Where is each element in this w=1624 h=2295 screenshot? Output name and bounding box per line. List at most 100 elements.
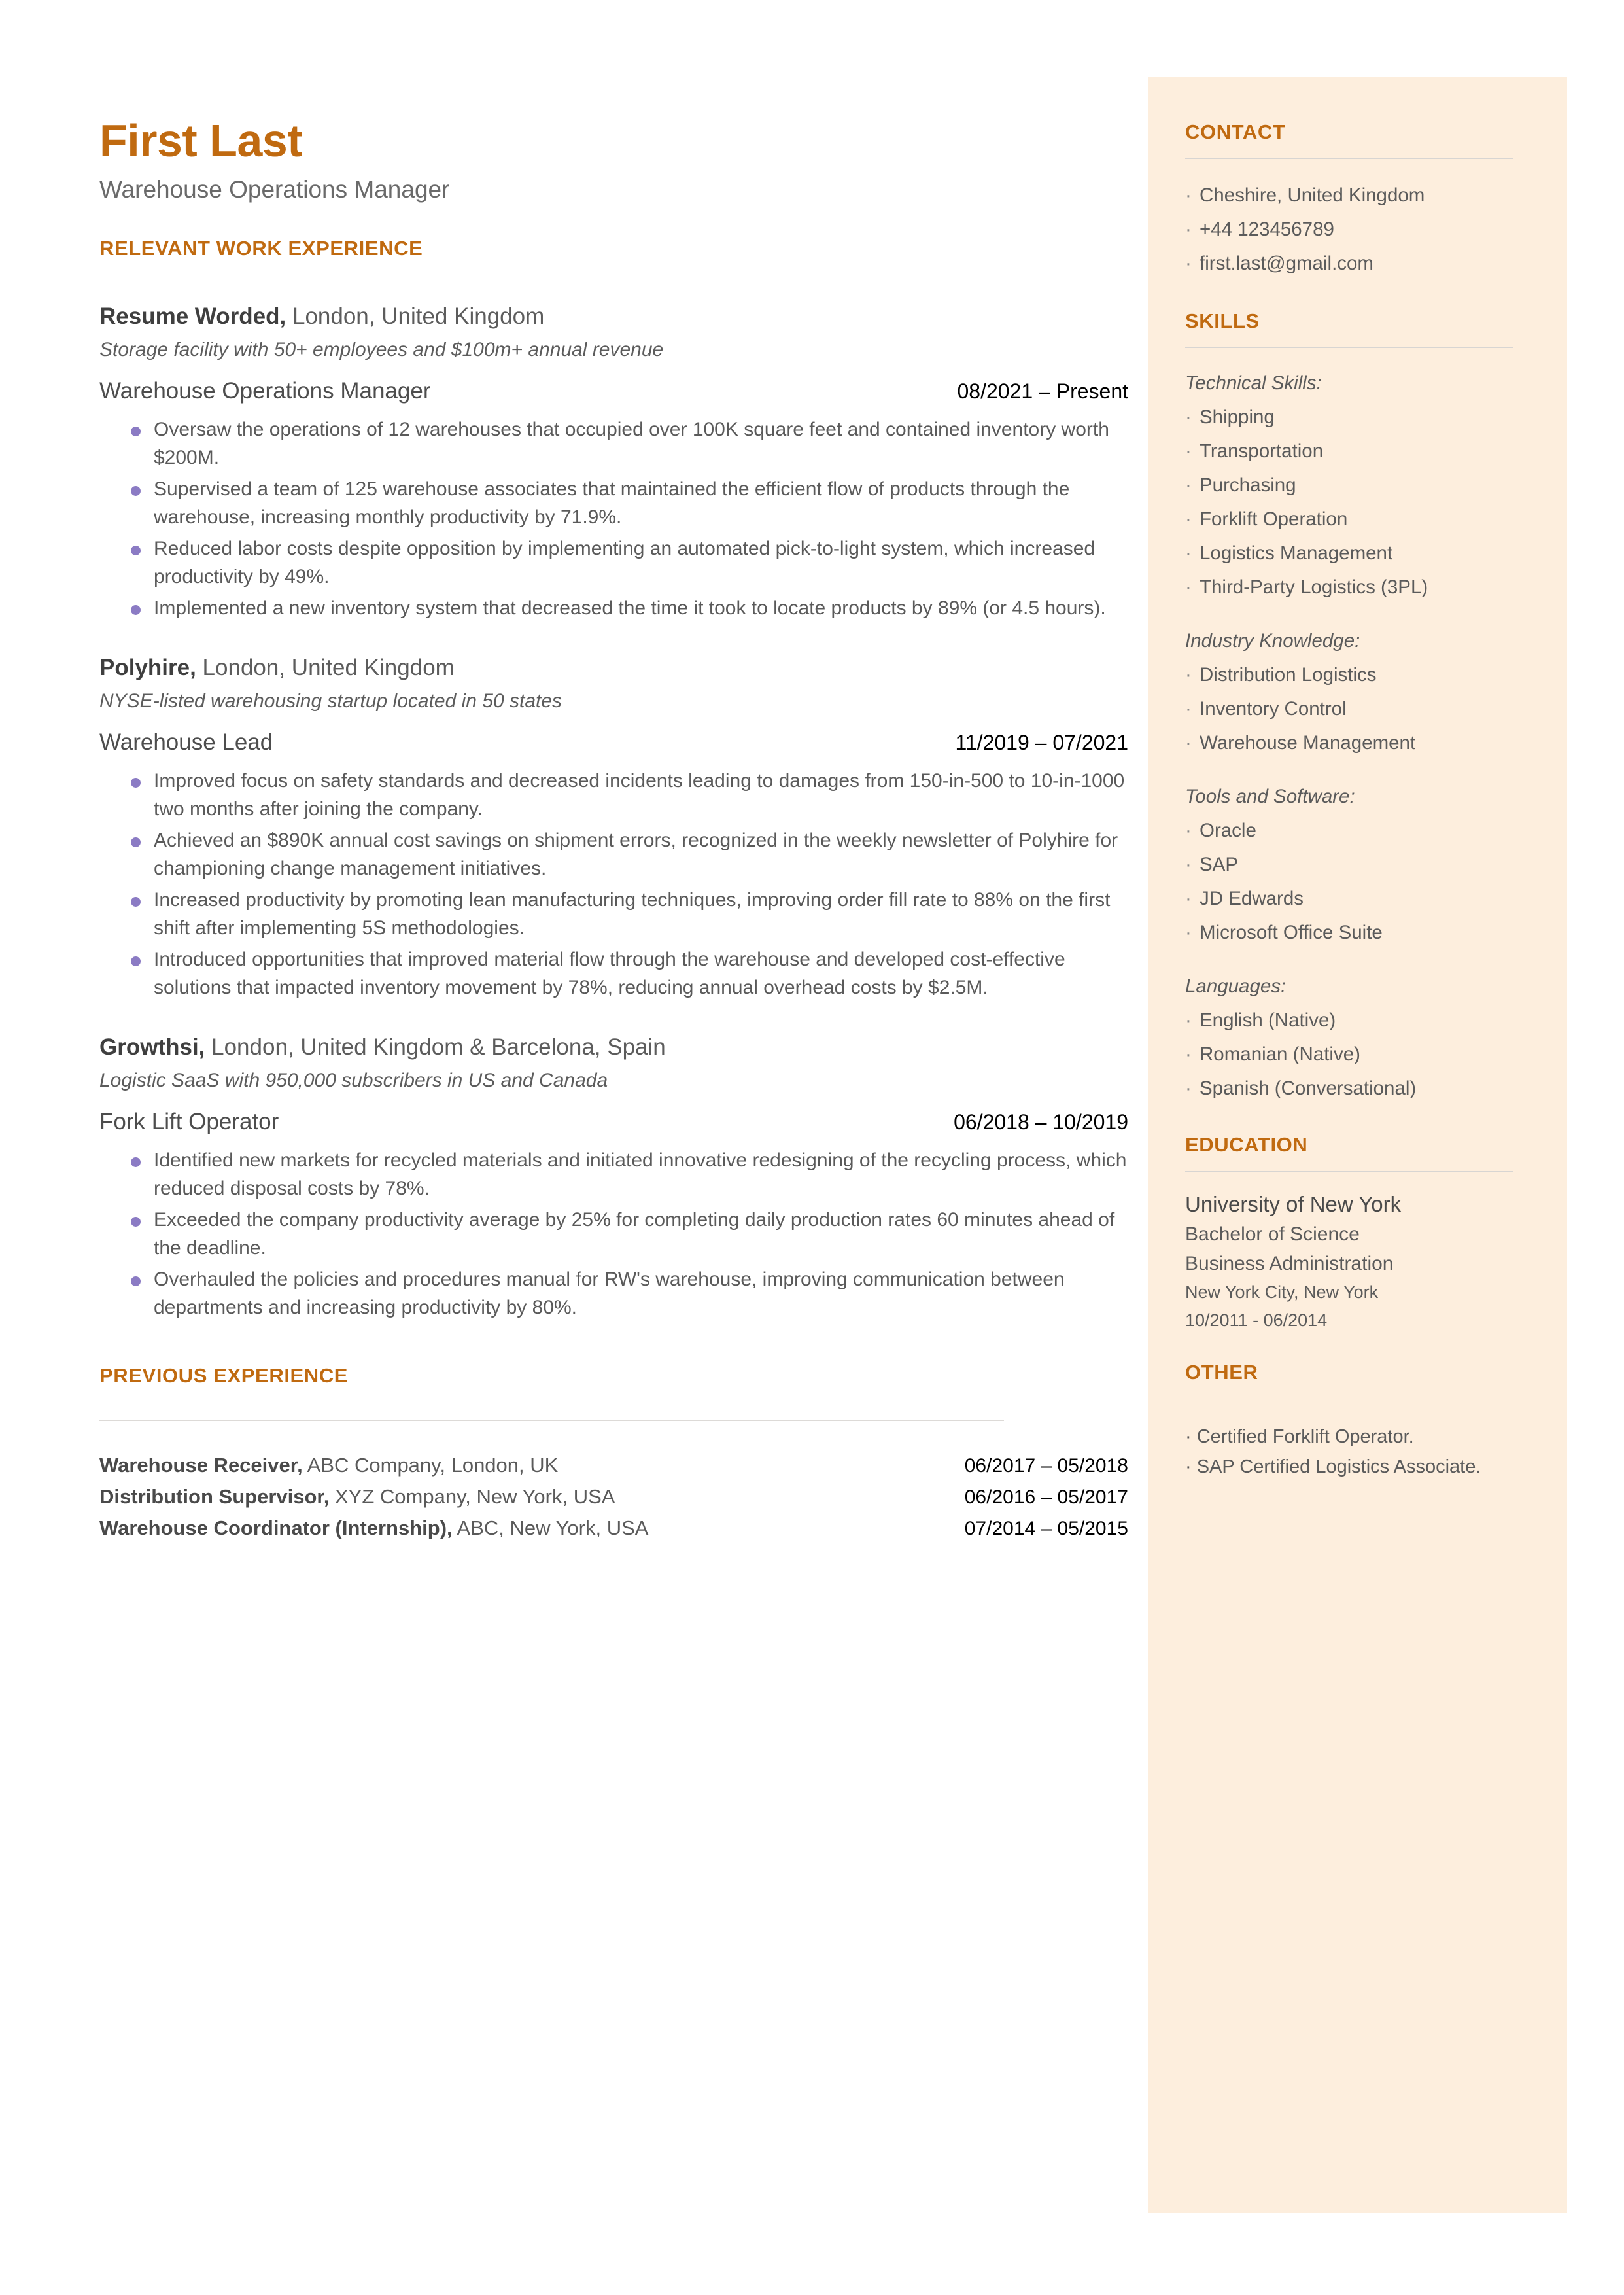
education-dates: 10/2011 - 06/2014 (1185, 1310, 1328, 1330)
skills-group-languages: · English (Native) · Romanian (Native) · Sp… (1185, 1004, 1512, 1106)
previous-role-title: Warehouse Coordinator (Internship), (99, 1516, 453, 1539)
list-item: Increased productivity by promoting lean… (99, 886, 1146, 942)
list-item: · Third-Party Logistics (3PL) (1185, 570, 1512, 604)
bullet-dot-icon: · (1185, 474, 1192, 496)
page-title: First Last (99, 115, 303, 166)
company-description: Logistic SaaS with 950,000 subscribers i… (99, 1070, 608, 1091)
role-title: Warehouse Lead (99, 729, 273, 755)
role-dates: 08/2021 – Present (957, 379, 1128, 403)
sidebar-section-heading-skills: SKILLS (1185, 309, 1260, 332)
education-degree: Bachelor of Science (1185, 1223, 1360, 1245)
skill-text: Microsoft Office Suite (1200, 922, 1383, 943)
bullet-dot-icon: · (1185, 508, 1192, 530)
education-school: University of New York (1185, 1192, 1402, 1216)
skills-group-label-languages: Languages: (1185, 975, 1287, 997)
previous-role-title: Warehouse Receiver, (99, 1454, 303, 1477)
education-field: Business Administration (1185, 1253, 1394, 1274)
bullet-dot-icon: · (1185, 1009, 1192, 1031)
role-title: Fork Lift Operator (99, 1109, 279, 1134)
skill-text: JD Edwards (1200, 888, 1304, 909)
company-location: London, United Kingdom & Barcelona, Spai… (205, 1034, 666, 1060)
list-item: · Oracle (1185, 814, 1512, 848)
role-dates: 06/2018 – 10/2019 (954, 1110, 1128, 1134)
skill-text: Distribution Logistics (1200, 664, 1377, 686)
divider-contact (1185, 158, 1513, 159)
company-description: Storage facility with 50+ employees and … (99, 339, 664, 360)
language-text: English (Native) (1200, 1009, 1336, 1031)
list-item: · SAP Certified Logistics Associate. (1185, 1452, 1512, 1482)
company-location: London, United Kingdom (196, 655, 455, 680)
previous-role-detail: XYZ Company, New York, USA (329, 1485, 615, 1508)
list-item: · Warehouse Management (1185, 726, 1512, 760)
bullet-dot-icon: · (1185, 406, 1192, 428)
bullet-dot-icon: · (1185, 1043, 1192, 1065)
skills-group-technical: · Shipping · Transportation · Purchasing · F… (1185, 400, 1512, 604)
bullet-dot-icon: · (1185, 253, 1192, 274)
list-item: Improved focus on safety standards and d… (99, 767, 1146, 823)
contact-email-text: first.last@gmail.com (1200, 253, 1373, 274)
bullet-dot-icon: · (1185, 576, 1192, 598)
list-item: · Forklift Operation (1185, 502, 1512, 536)
bullet-dot-icon: · (1185, 698, 1192, 720)
company-name: Resume Worded, (99, 304, 286, 329)
language-text: Spanish (Conversational) (1200, 1077, 1417, 1099)
list-item: · Purchasing (1185, 468, 1512, 502)
contact-phone-text: +44 123456789 (1200, 219, 1334, 240)
other-text: SAP Certified Logistics Associate. (1196, 1456, 1481, 1477)
language-text: Romanian (Native) (1200, 1043, 1360, 1065)
company-name: Polyhire, (99, 655, 196, 680)
previous-role-label: Distribution Supervisor, XYZ Company, Ne… (99, 1481, 615, 1512)
contact-location-text: Cheshire, United Kingdom (1200, 184, 1425, 206)
contact-item-location: · Cheshire, United Kingdom (1185, 179, 1512, 213)
list-item: Implemented a new inventory system that … (99, 594, 1146, 622)
previous-role-dates: 07/2014 – 05/2015 (964, 1518, 1128, 1539)
list-item: · SAP (1185, 848, 1512, 882)
skill-text: Shipping (1200, 406, 1275, 428)
list-item: Introduced opportunities that improved m… (99, 945, 1146, 1002)
skill-text: SAP (1200, 854, 1239, 875)
other-text: Certified Forklift Operator. (1196, 1426, 1414, 1447)
bullet-dot-icon: · (1185, 184, 1192, 206)
bullet-dot-icon: · (1185, 1077, 1192, 1099)
company-name: Growthsi, (99, 1034, 205, 1060)
bullet-dot-icon: · (1185, 888, 1192, 909)
bullet-dot-icon: · (1185, 922, 1192, 943)
table-row: Warehouse Coordinator (Internship), ABC,… (99, 1513, 1128, 1544)
role-dates: 11/2019 – 07/2021 (955, 731, 1128, 754)
section-heading-previous-experience: PREVIOUS EXPERIENCE (99, 1364, 349, 1387)
job-company-line: Resume Worded, London, United Kingdom (99, 302, 1148, 332)
bullet-dot-icon: · (1185, 664, 1192, 686)
company-location: London, United Kingdom (286, 304, 545, 329)
bullet-dot-icon: · (1185, 219, 1192, 240)
list-item: · Romanian (Native) (1185, 1038, 1512, 1072)
bullet-dot-icon: · (1185, 732, 1192, 754)
sidebar-section-heading-contact: CONTACT (1185, 120, 1286, 143)
company-description: NYSE-listed warehousing startup located … (99, 690, 562, 712)
role-row: Warehouse Operations Manager 08/2021 – P… (99, 376, 1128, 406)
job-bullets: Oversaw the operations of 12 warehouses … (99, 415, 1148, 622)
list-item: · English (Native) (1185, 1004, 1512, 1038)
skills-group-label-tools: Tools and Software: (1185, 786, 1355, 807)
contact-list: · Cheshire, United Kingdom · +44 123456789… (1185, 179, 1512, 281)
table-row: Distribution Supervisor, XYZ Company, Ne… (99, 1481, 1128, 1513)
role-row: Warehouse Lead 11/2019 – 07/2021 (99, 727, 1128, 758)
list-item: Achieved an $890K annual cost savings on… (99, 826, 1146, 883)
previous-role-dates: 06/2016 – 05/2017 (964, 1486, 1128, 1508)
bullet-dot-icon: · (1185, 820, 1192, 841)
bullet-dot-icon: · (1185, 854, 1192, 875)
list-item: Oversaw the operations of 12 warehouses … (99, 415, 1146, 472)
education-location: New York City, New York (1185, 1282, 1379, 1302)
list-item: · Microsoft Office Suite (1185, 916, 1512, 950)
section-heading-relevant-experience: RELEVANT WORK EXPERIENCE (99, 237, 423, 260)
table-row: Warehouse Receiver, ABC Company, London,… (99, 1450, 1128, 1481)
previous-role-title: Distribution Supervisor, (99, 1485, 330, 1508)
skill-text: Warehouse Management (1200, 732, 1416, 754)
list-item: · Transportation (1185, 434, 1512, 468)
list-item: · JD Edwards (1185, 882, 1512, 916)
list-item: Supervised a team of 125 warehouse assoc… (99, 475, 1146, 531)
role-title: Warehouse Operations Manager (99, 378, 431, 404)
list-item: · Inventory Control (1185, 692, 1512, 726)
previous-role-dates: 06/2017 – 05/2018 (964, 1455, 1128, 1477)
previous-role-label: Warehouse Coordinator (Internship), ABC,… (99, 1513, 648, 1543)
bullet-dot-icon: · (1185, 1426, 1197, 1447)
